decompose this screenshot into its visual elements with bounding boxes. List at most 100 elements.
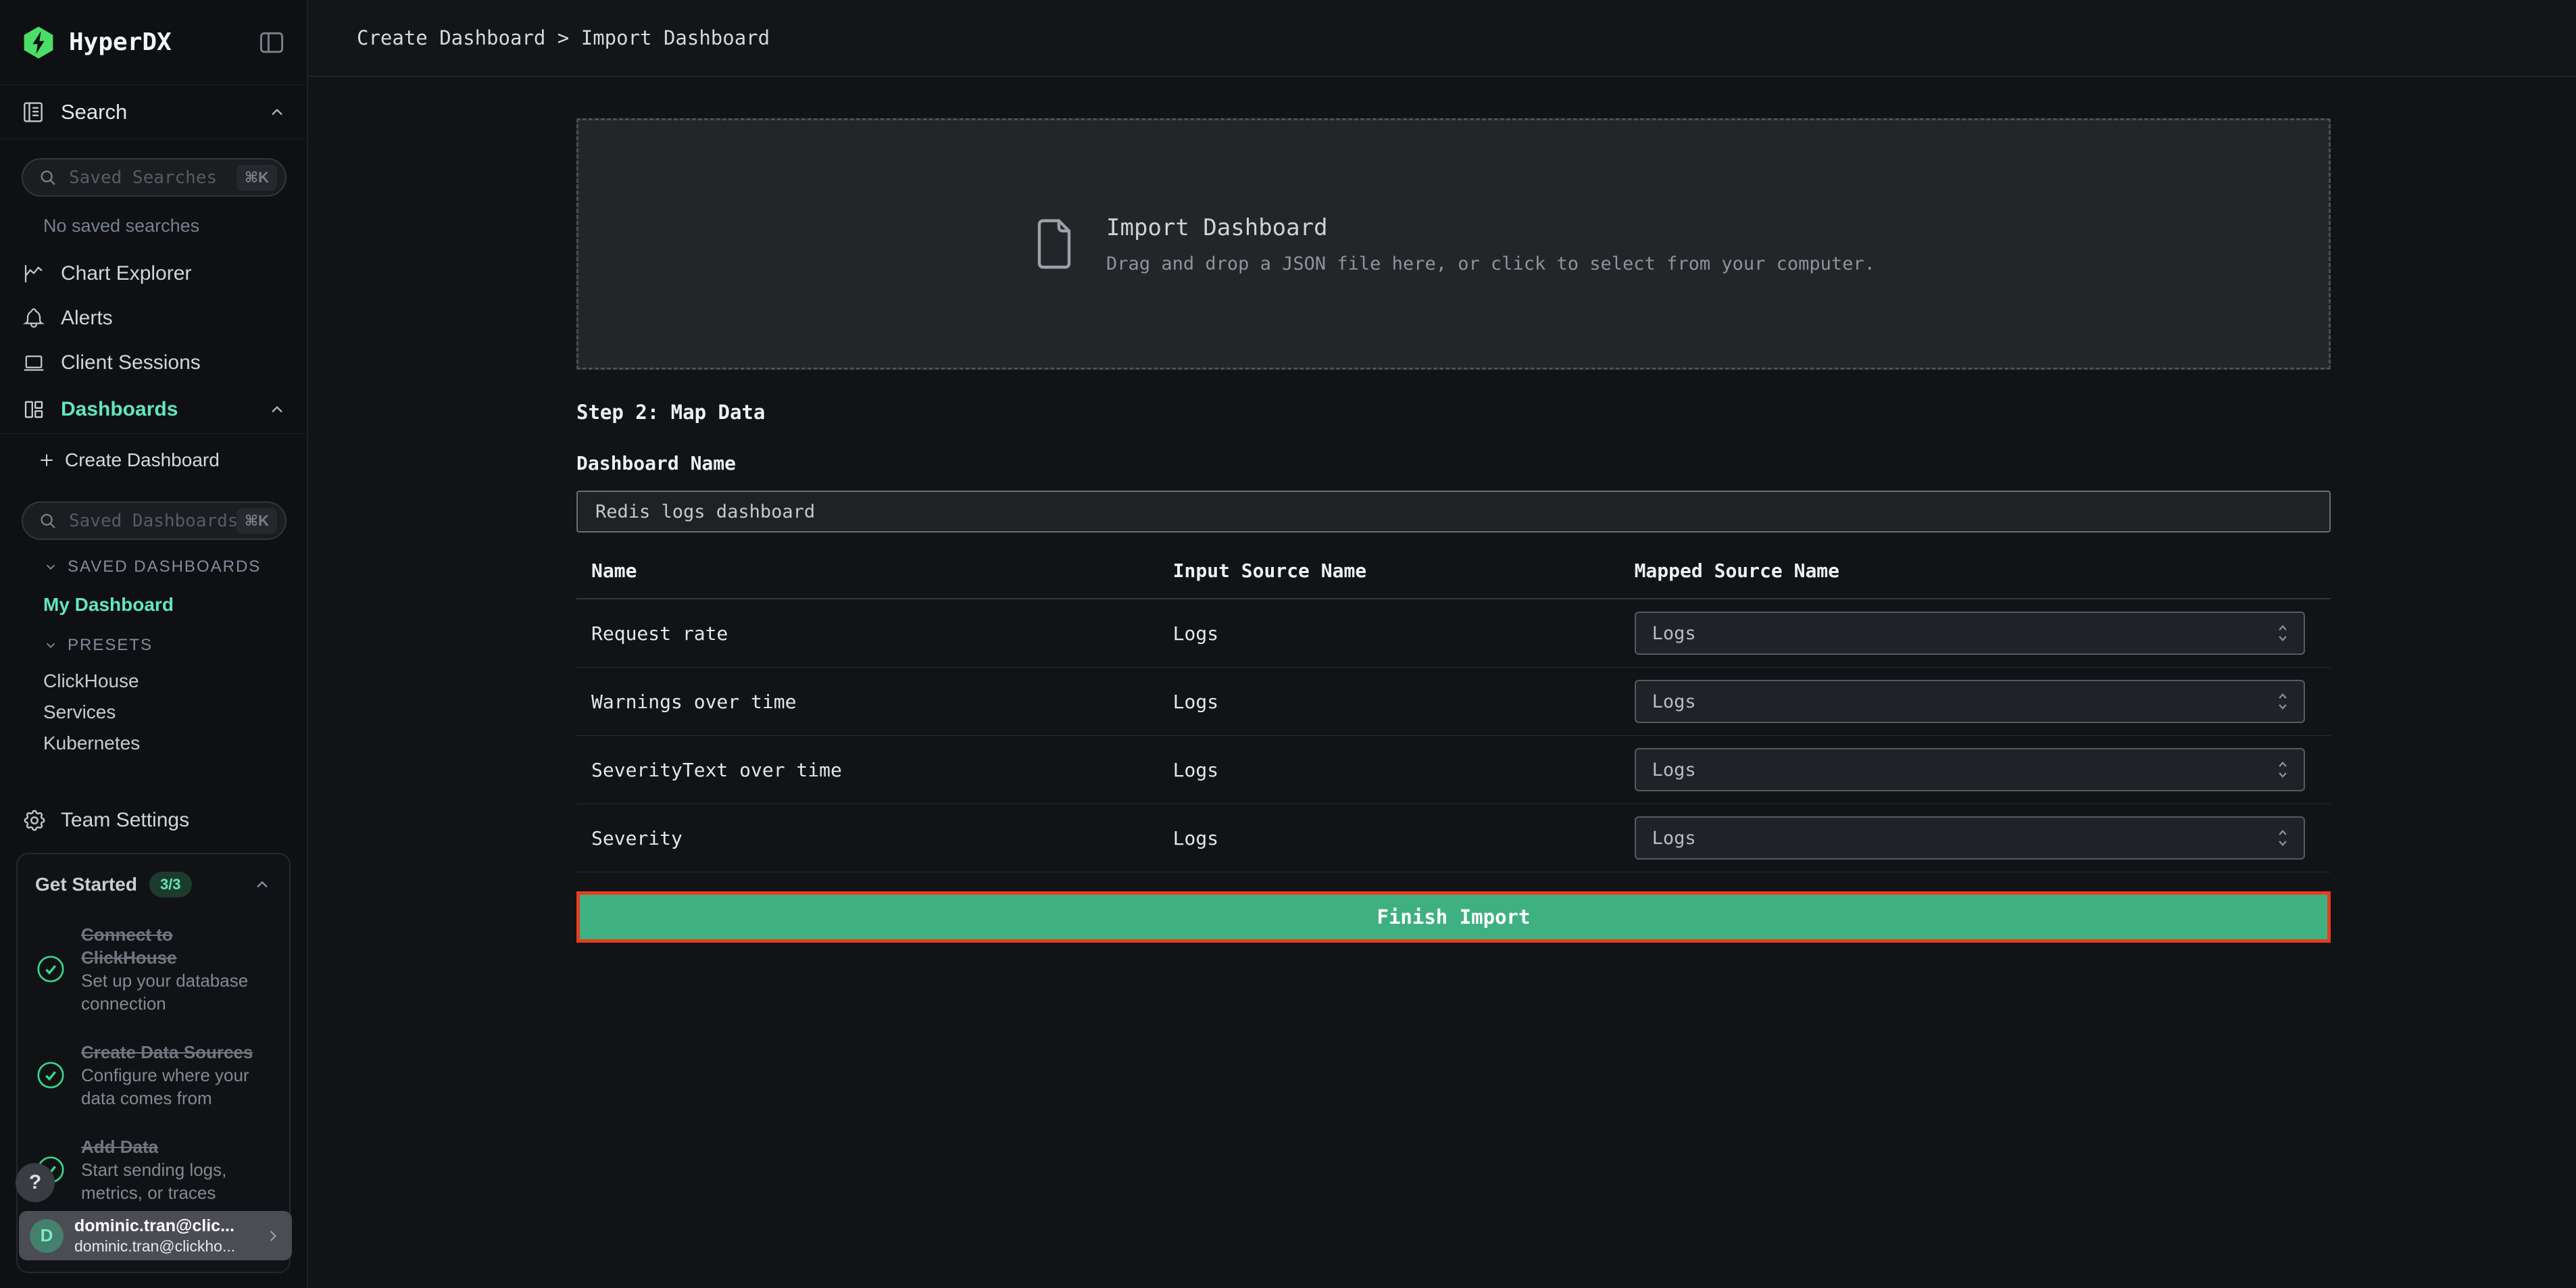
laptop-icon: [22, 351, 46, 375]
row-input-source: Logs: [1173, 622, 1629, 645]
dropzone-subtitle: Drag and drop a JSON file here, or click…: [1106, 253, 1875, 274]
sidebar-item-label: Search: [61, 100, 268, 124]
dropzone-text: Import Dashboard Drag and drop a JSON fi…: [1106, 214, 1875, 274]
import-dashboard-page: Import Dashboard Drag and drop a JSON fi…: [576, 77, 2331, 943]
user-name: dominic.tran@clic...: [74, 1216, 264, 1237]
checklist-item-connect-clickhouse[interactable]: Connect to ClickHouse Set up your databa…: [35, 923, 272, 1015]
file-icon: [1032, 214, 1076, 274]
column-header-name: Name: [576, 560, 1173, 582]
check-circle-icon: [35, 953, 66, 985]
row-input-source: Logs: [1173, 691, 1629, 713]
saved-dashboards-searchbox[interactable]: ⌘K: [22, 501, 287, 540]
mapped-source-select[interactable]: Logs: [1635, 816, 2305, 860]
chevron-updown-icon: [2273, 826, 2293, 849]
logo-row: HyperDX: [0, 0, 307, 85]
user-menu[interactable]: D dominic.tran@clic... dominic.tran@clic…: [19, 1211, 292, 1260]
checklist-item-create-data-sources[interactable]: Create Data Sources Configure where your…: [35, 1041, 272, 1110]
selected-value: Logs: [1652, 691, 1696, 712]
search-icon: [38, 168, 58, 188]
selected-value: Logs: [1652, 623, 1696, 644]
shortcut-badge: ⌘K: [237, 165, 277, 191]
sidebar-item-label: Chart Explorer: [61, 262, 287, 285]
sidebar: HyperDX Search: [0, 0, 308, 1288]
row-input-source: Logs: [1173, 827, 1629, 849]
sidebar-item-my-dashboard[interactable]: My Dashboard: [43, 591, 307, 618]
sidebar-item-dashboards[interactable]: Dashboards: [0, 385, 307, 434]
row-name: Request rate: [576, 622, 1173, 645]
plus-icon: [38, 451, 55, 469]
chart-line-icon: [22, 262, 46, 286]
section-header-label: PRESETS: [68, 636, 153, 655]
get-started-title: Get Started: [35, 874, 137, 895]
sidebar-item-search[interactable]: Search: [0, 85, 307, 139]
table-row: Warnings over time Logs Logs: [576, 668, 2331, 736]
chevron-down-icon: [43, 638, 58, 653]
checklist-item-add-data[interactable]: Add Data Start sending logs, metrics, or…: [35, 1135, 272, 1204]
check-circle-icon: [35, 1060, 66, 1091]
saved-searches-input[interactable]: [69, 168, 237, 188]
help-button[interactable]: ?: [16, 1163, 55, 1202]
dashboard-name-label: Dashboard Name: [576, 452, 2331, 474]
team-settings-label: Team Settings: [61, 809, 189, 832]
user-texts: dominic.tran@clic... dominic.tran@clickh…: [74, 1216, 264, 1256]
app-root: HyperDX Search: [0, 0, 2576, 1288]
import-dropzone[interactable]: Import Dashboard Drag and drop a JSON fi…: [576, 118, 2331, 370]
topbar: Create Dashboard > Import Dashboard: [308, 0, 2576, 77]
checklist-item-description: Start sending logs, metrics, or traces: [81, 1158, 272, 1204]
checklist-item-description: Set up your database connection: [81, 969, 272, 1015]
mapped-source-select[interactable]: Logs: [1635, 680, 2305, 723]
sidebar-item-label: Alerts: [61, 307, 287, 330]
sidebar-item-services[interactable]: Services: [43, 697, 307, 728]
mapped-source-select[interactable]: Logs: [1635, 748, 2305, 791]
no-saved-searches-text: No saved searches: [43, 216, 307, 237]
table-row: SeverityText over time Logs Logs: [576, 736, 2331, 804]
row-input-source: Logs: [1173, 759, 1629, 781]
checklist-item-title: Create Data Sources: [81, 1041, 272, 1064]
sidebar-item-kubernetes[interactable]: Kubernetes: [43, 728, 307, 759]
column-header-input-source: Input Source Name: [1173, 560, 1629, 582]
chevron-up-icon: [268, 400, 287, 419]
chevron-up-icon: [253, 875, 272, 894]
sidebar-item-chart-explorer[interactable]: Chart Explorer: [0, 251, 307, 296]
chevron-updown-icon: [2273, 758, 2293, 781]
create-dashboard-button[interactable]: Create Dashboard: [0, 438, 307, 482]
checklist-item-description: Configure where your data comes from: [81, 1064, 272, 1110]
avatar: D: [30, 1219, 64, 1253]
sidebar-item-client-sessions[interactable]: Client Sessions: [0, 341, 307, 385]
mapping-table-header: Name Input Source Name Mapped Source Nam…: [576, 560, 2331, 599]
dashboard-name-input[interactable]: [576, 491, 2331, 532]
row-name: Warnings over time: [576, 691, 1173, 713]
notebook-icon: [20, 99, 46, 125]
presets-section-header[interactable]: PRESETS: [43, 636, 307, 655]
chevron-updown-icon: [2273, 622, 2293, 645]
table-row: Request rate Logs Logs: [576, 599, 2331, 668]
user-email: dominic.tran@clickho...: [74, 1237, 264, 1256]
row-name: SeverityText over time: [576, 759, 1173, 781]
sidebar-item-alerts[interactable]: Alerts: [0, 296, 307, 341]
shortcut-badge: ⌘K: [237, 508, 277, 534]
sidebar-nav: Chart Explorer Alerts Client Sessions: [0, 251, 307, 434]
get-started-header[interactable]: Get Started 3/3: [35, 872, 272, 897]
selected-value: Logs: [1652, 828, 1696, 849]
saved-dashboards-section-header[interactable]: SAVED DASHBOARDS: [43, 558, 307, 576]
hyperdx-logo-icon: [20, 24, 57, 61]
sidebar-collapse-icon[interactable]: [257, 28, 287, 57]
finish-import-button[interactable]: Finish Import: [576, 891, 2331, 943]
chevron-up-icon: [268, 103, 287, 122]
layout-grid-icon: [22, 397, 46, 422]
sidebar-item-label: Client Sessions: [61, 351, 287, 374]
mapped-source-select[interactable]: Logs: [1635, 612, 2305, 655]
breadcrumb[interactable]: Create Dashboard > Import Dashboard: [357, 26, 770, 49]
sidebar-item-clickhouse[interactable]: ClickHouse: [43, 666, 307, 697]
sidebar-item-team-settings[interactable]: Team Settings: [0, 797, 307, 844]
bell-icon: [22, 306, 46, 330]
search-icon: [38, 511, 58, 531]
table-row: Severity Logs Logs: [576, 804, 2331, 872]
step-label: Step 2: Map Data: [576, 401, 2331, 424]
saved-dashboards-input[interactable]: [69, 511, 237, 531]
progress-badge: 3/3: [149, 872, 192, 897]
get-started-panel: Get Started 3/3 Connect to ClickHouse Se…: [16, 853, 291, 1273]
saved-searches-searchbox[interactable]: ⌘K: [22, 158, 287, 197]
mapping-table: Name Input Source Name Mapped Source Nam…: [576, 560, 2331, 872]
chevron-updown-icon: [2273, 690, 2293, 713]
